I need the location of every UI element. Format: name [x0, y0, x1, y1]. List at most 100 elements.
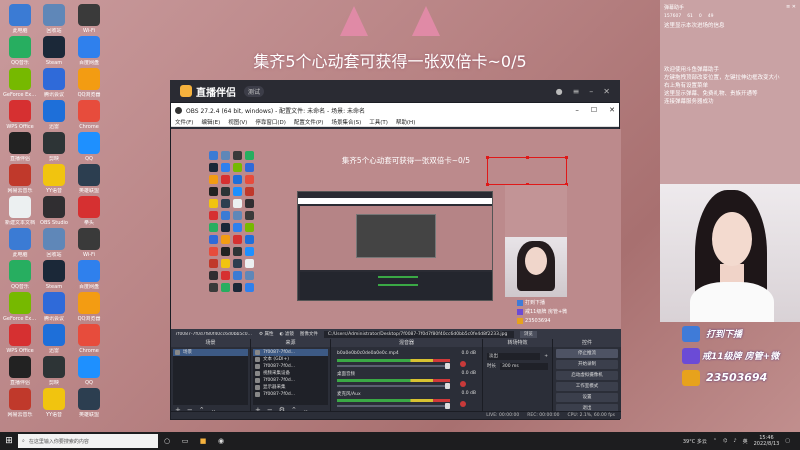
- list-item[interactable]: 7f0087-7f0d...: [253, 377, 328, 384]
- selection-box[interactable]: [486, 156, 568, 186]
- task-view-icon[interactable]: ○: [158, 434, 176, 448]
- list-item[interactable]: 7f0087-7f0d...: [253, 363, 328, 370]
- mute-icon[interactable]: [460, 381, 466, 387]
- image-path-field[interactable]: C:/Users/Administrator/Desktop/7f0087-7f…: [323, 330, 514, 338]
- desktop-icon[interactable]: 新建文本文档: [3, 196, 37, 226]
- desktop-icon[interactable]: 直播伴侣: [3, 356, 37, 386]
- menu-icon[interactable]: ≡: [786, 4, 790, 10]
- desktop-icon[interactable]: 剪映: [37, 132, 71, 162]
- sources-list[interactable]: 7f0087-7f0d... 文本 (GDI+) 7f0087-7f0d... 视频采…: [253, 349, 328, 405]
- volume-slider[interactable]: [337, 403, 450, 409]
- desktop-icon[interactable]: QQ浏览器: [72, 68, 106, 98]
- menu-item[interactable]: 配置文件(P): [294, 118, 324, 126]
- browse-button[interactable]: 浏览: [519, 330, 537, 338]
- transition-select[interactable]: 淡出: [487, 352, 541, 360]
- desktop-icon[interactable]: Wi-Fi: [72, 4, 106, 34]
- desktop-icon[interactable]: QQ浏览器: [72, 292, 106, 322]
- volume-slider[interactable]: [337, 363, 450, 369]
- notification-icon[interactable]: ▢: [785, 438, 790, 444]
- desktop-icon[interactable]: QQ: [72, 132, 106, 162]
- list-item[interactable]: 7f0087-7f0d...: [253, 391, 328, 398]
- avatar-icon[interactable]: ●: [556, 87, 563, 96]
- list-item[interactable]: 显示器采集: [253, 384, 328, 391]
- maximize-icon[interactable]: ☐: [591, 106, 597, 114]
- menu-item[interactable]: 工具(T): [369, 118, 388, 126]
- desktop-icon[interactable]: 百度网盘: [72, 36, 106, 66]
- menu-icon[interactable]: ≡: [573, 87, 580, 96]
- desktop-icon[interactable]: GeForce Experience: [3, 292, 37, 322]
- properties-button[interactable]: ⚙ 属性: [259, 331, 273, 337]
- minimize-icon[interactable]: –: [589, 87, 593, 96]
- desktop-icon[interactable]: OBS Studio: [37, 196, 71, 226]
- duration-field[interactable]: 300 ms: [500, 362, 548, 370]
- tray-expand-icon[interactable]: ⌃: [713, 438, 717, 444]
- close-icon[interactable]: ✕: [609, 106, 615, 114]
- menu-item[interactable]: 文件(F): [175, 118, 193, 126]
- list-item[interactable]: 场景: [173, 349, 248, 356]
- desktop-icon[interactable]: 英雄联盟: [72, 164, 106, 194]
- desktop-icon[interactable]: 网易云音乐: [3, 164, 37, 194]
- desktop-icon[interactable]: Wi-Fi: [72, 228, 106, 258]
- mini-icon: [209, 163, 218, 172]
- desktop-icon[interactable]: GeForce Experience: [3, 68, 37, 98]
- volume-icon[interactable]: ♪: [733, 438, 736, 444]
- scenes-list[interactable]: 场景: [173, 349, 248, 405]
- companion-taskbar-icon[interactable]: ■: [194, 434, 212, 448]
- filters-button[interactable]: ◐ 滤镜: [279, 331, 293, 337]
- list-item[interactable]: 7f0087-7f0d...: [253, 349, 328, 356]
- weather-status[interactable]: 39°C 多云: [683, 438, 707, 445]
- desktop-icon[interactable]: 此电脑: [3, 228, 37, 258]
- menu-item[interactable]: 帮助(H): [396, 118, 415, 126]
- desktop-icon[interactable]: 直播伴侣: [3, 132, 37, 162]
- control-button[interactable]: 工作室模式: [556, 382, 618, 391]
- add-icon[interactable]: +: [544, 354, 548, 359]
- obs-taskbar-icon[interactable]: ◉: [212, 434, 230, 448]
- desktop-icon[interactable]: 回收站: [37, 228, 71, 258]
- clock[interactable]: 15:46 2022/8/13: [754, 435, 780, 447]
- desktop-icon[interactable]: Steam: [37, 260, 71, 290]
- desktop-icon[interactable]: Chrome: [72, 100, 106, 130]
- desktop-icon[interactable]: QQ音乐: [3, 36, 37, 66]
- windows-start-icon[interactable]: ⊞: [0, 436, 18, 446]
- menu-item[interactable]: 场景集合(S): [331, 118, 361, 126]
- desktop-icon[interactable]: 回收站: [37, 4, 71, 34]
- desktop-icon[interactable]: 迅雷: [37, 100, 71, 130]
- control-button[interactable]: 启动虚拟摄像机: [556, 371, 618, 380]
- desktop-icon[interactable]: 剪映: [37, 356, 71, 386]
- desktop-icon[interactable]: 腾讯会议: [37, 292, 71, 322]
- control-button[interactable]: 停止推流: [556, 349, 618, 358]
- explorer-icon[interactable]: ▭: [176, 434, 194, 448]
- desktop-icon[interactable]: Steam: [37, 36, 71, 66]
- desktop-icon[interactable]: Chrome: [72, 324, 106, 354]
- control-button[interactable]: 设置: [556, 393, 618, 402]
- menu-item[interactable]: 停靠窗口(D): [255, 118, 286, 126]
- desktop-icon[interactable]: 此电脑: [3, 4, 37, 34]
- desktop-icon[interactable]: QQ音乐: [3, 260, 37, 290]
- mute-icon[interactable]: [460, 361, 466, 367]
- ime-indicator[interactable]: 英: [743, 438, 748, 445]
- desktop-icon[interactable]: YY语音: [37, 164, 71, 194]
- list-item[interactable]: 文本 (GDI+): [253, 356, 328, 363]
- minimize-icon[interactable]: –: [575, 106, 579, 114]
- close-icon[interactable]: ✕: [603, 87, 610, 96]
- desktop-icon[interactable]: 迅雷: [37, 324, 71, 354]
- control-button[interactable]: 开始录制: [556, 360, 618, 369]
- list-item[interactable]: 视频采集设备: [253, 370, 328, 377]
- menu-item[interactable]: 视图(V): [228, 118, 247, 126]
- volume-slider[interactable]: [337, 383, 450, 389]
- mute-icon[interactable]: [460, 401, 466, 407]
- obs-preview[interactable]: 集齐5个心动套可获得一张双倍卡~0/5 打到下播 戒11级牌 房管+微 2350…: [171, 129, 621, 329]
- taskbar-search[interactable]: ⌕ 在这里输入你要搜索的内容: [18, 434, 158, 448]
- desktop-icon[interactable]: YY语音: [37, 388, 71, 418]
- desktop-icon[interactable]: QQ: [72, 356, 106, 386]
- close-icon[interactable]: ✕: [792, 4, 796, 10]
- desktop-icon[interactable]: 拳头: [72, 196, 106, 226]
- network-icon[interactable]: ⌬: [723, 438, 727, 444]
- desktop-icon[interactable]: WPS Office: [3, 324, 37, 354]
- desktop-icon[interactable]: 英雄联盟: [72, 388, 106, 418]
- desktop-icon[interactable]: WPS Office: [3, 100, 37, 130]
- desktop-icon[interactable]: 腾讯会议: [37, 68, 71, 98]
- desktop-icon[interactable]: 百度网盘: [72, 260, 106, 290]
- menu-item[interactable]: 编辑(E): [201, 118, 220, 126]
- desktop-icon[interactable]: 网易云音乐: [3, 388, 37, 418]
